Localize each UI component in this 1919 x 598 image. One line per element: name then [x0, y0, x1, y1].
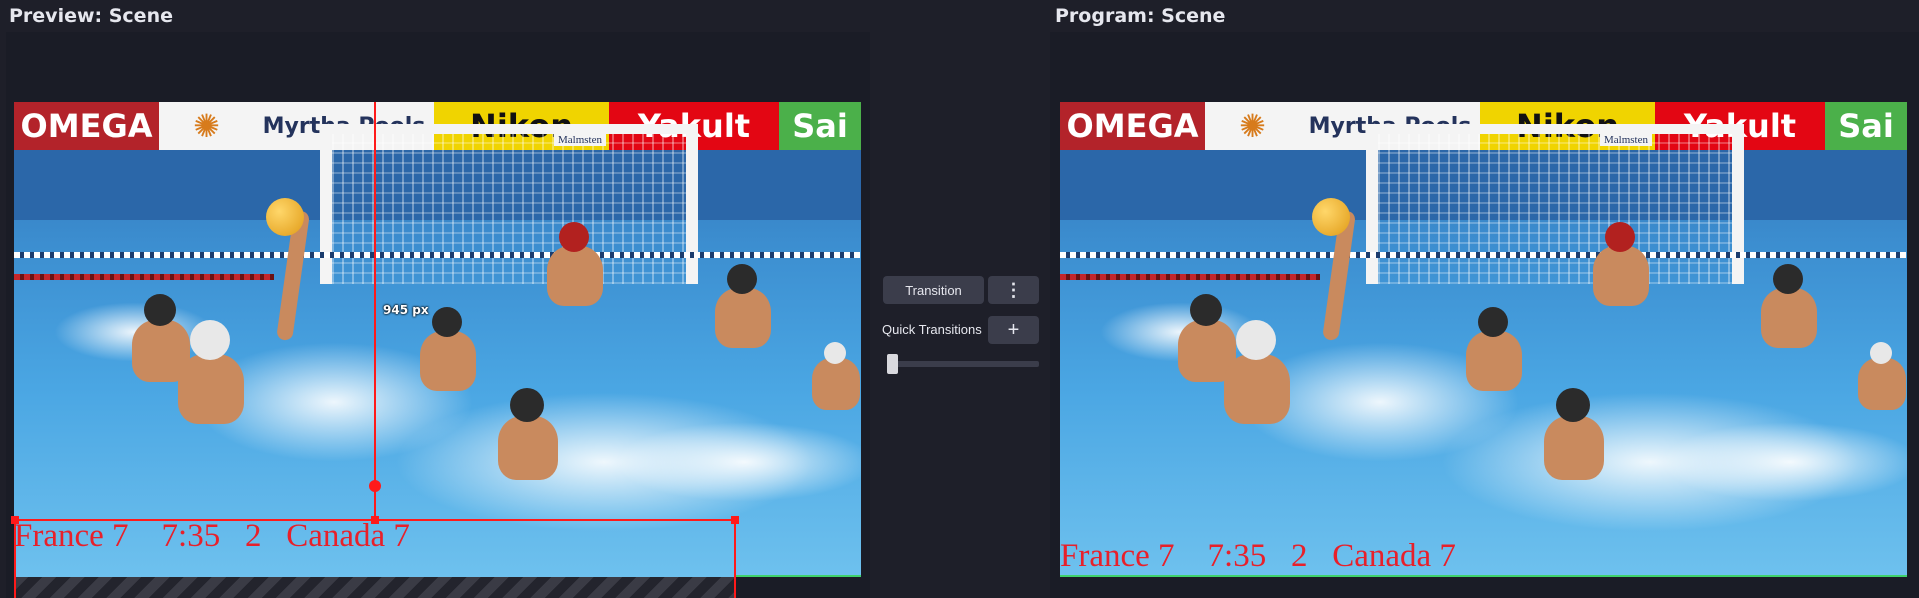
program-player-cap — [1236, 320, 1276, 360]
preview-ad-board: Sai — [779, 102, 861, 150]
preview-player-cap — [559, 222, 589, 252]
preview-player-body — [178, 354, 244, 424]
transition-panel — [870, 32, 1050, 598]
preview-player-body — [498, 416, 558, 480]
program-ad-board: Sai — [1825, 102, 1907, 150]
preview-active-edge — [736, 575, 861, 577]
preview-player-cap — [190, 320, 230, 360]
preview-player-cap — [824, 342, 846, 364]
preview-player-body — [715, 288, 771, 348]
program-goal-net — [1378, 134, 1732, 284]
program-ad-board: ✺ — [1205, 102, 1300, 150]
preview-lane-rope — [14, 252, 860, 258]
preview-player-body — [547, 246, 603, 306]
selection-box-right — [734, 519, 736, 598]
preview-lane-rope — [14, 274, 274, 280]
preview-player-cap — [144, 294, 176, 326]
program-goal-left-post — [1366, 124, 1378, 284]
program-goal-right-post — [1732, 124, 1744, 284]
preview-goal-brand: Malmsten — [554, 134, 606, 146]
preview-player-cap — [727, 264, 757, 294]
program-player-body — [1466, 331, 1522, 391]
program-player-body — [1761, 288, 1817, 348]
program-player-cap — [1605, 222, 1635, 252]
preview-goal-right-post — [686, 124, 698, 284]
preview-goal-crossbar — [320, 124, 698, 134]
preview-player-body — [812, 358, 860, 410]
program-lane-rope — [1060, 274, 1320, 280]
program-score-overlay: France 7 7:35 2 Canada 7 — [1060, 538, 1456, 574]
program-player-body — [1224, 354, 1290, 424]
program-title: Program: Scene — [1055, 5, 1226, 27]
preview-goal-net — [332, 134, 686, 284]
preview-player-body — [420, 331, 476, 391]
plus-icon[interactable]: + — [988, 316, 1039, 344]
program-player-cap — [1478, 307, 1508, 337]
distance-guide-line — [374, 102, 376, 519]
transition-button[interactable]: Transition — [883, 276, 984, 304]
transition-slider-handle[interactable] — [887, 354, 898, 374]
preview-player-cap — [510, 388, 544, 422]
program-active-edge — [1060, 575, 1907, 577]
preview-water-splash — [614, 422, 861, 502]
preview-ad-board: ✺ — [159, 102, 254, 150]
program-ball — [1312, 198, 1350, 236]
preview-score-overlay[interactable]: France 7 7:35 2 Canada 7 — [14, 518, 410, 555]
program-player-cap — [1556, 388, 1590, 422]
program-goal-brand: Malmsten — [1600, 134, 1652, 146]
source-out-of-bounds-area — [14, 577, 736, 598]
program-goal-crossbar — [1366, 124, 1744, 134]
vertical-dots-icon[interactable]: ⋮ — [988, 276, 1039, 304]
quick-transitions-label: Quick Transitions — [882, 322, 982, 337]
distance-measure-label: 945 px — [383, 303, 429, 317]
program-player-cap — [1773, 264, 1803, 294]
program-player-cap — [1870, 342, 1892, 364]
preview-ball — [266, 198, 304, 236]
program-player-body — [1544, 416, 1604, 480]
preview-player-cap — [432, 307, 462, 337]
preview-title: Preview: Scene — [9, 5, 173, 27]
program-player-body — [1593, 246, 1649, 306]
program-video-frame: OMEGA✺Myrtha PoolsNikonYakultSaiMalmsten — [1060, 102, 1907, 577]
preview-video-frame[interactable]: OMEGA✺Myrtha PoolsNikonYakultSaiMalmsten — [14, 102, 861, 577]
program-ad-board: OMEGA — [1060, 102, 1205, 150]
program-player-body — [1858, 358, 1906, 410]
resize-handle-top-right[interactable] — [731, 516, 739, 524]
transition-slider-track[interactable] — [887, 361, 1039, 367]
preview-ad-board: OMEGA — [14, 102, 159, 150]
program-water-splash — [1660, 422, 1907, 502]
resize-handle-top-left[interactable] — [11, 516, 19, 524]
selection-box-left — [14, 519, 16, 598]
program-player-cap — [1190, 294, 1222, 326]
guide-anchor-dot — [369, 480, 381, 492]
preview-goal-left-post — [320, 124, 332, 284]
program-lane-rope — [1060, 252, 1906, 258]
